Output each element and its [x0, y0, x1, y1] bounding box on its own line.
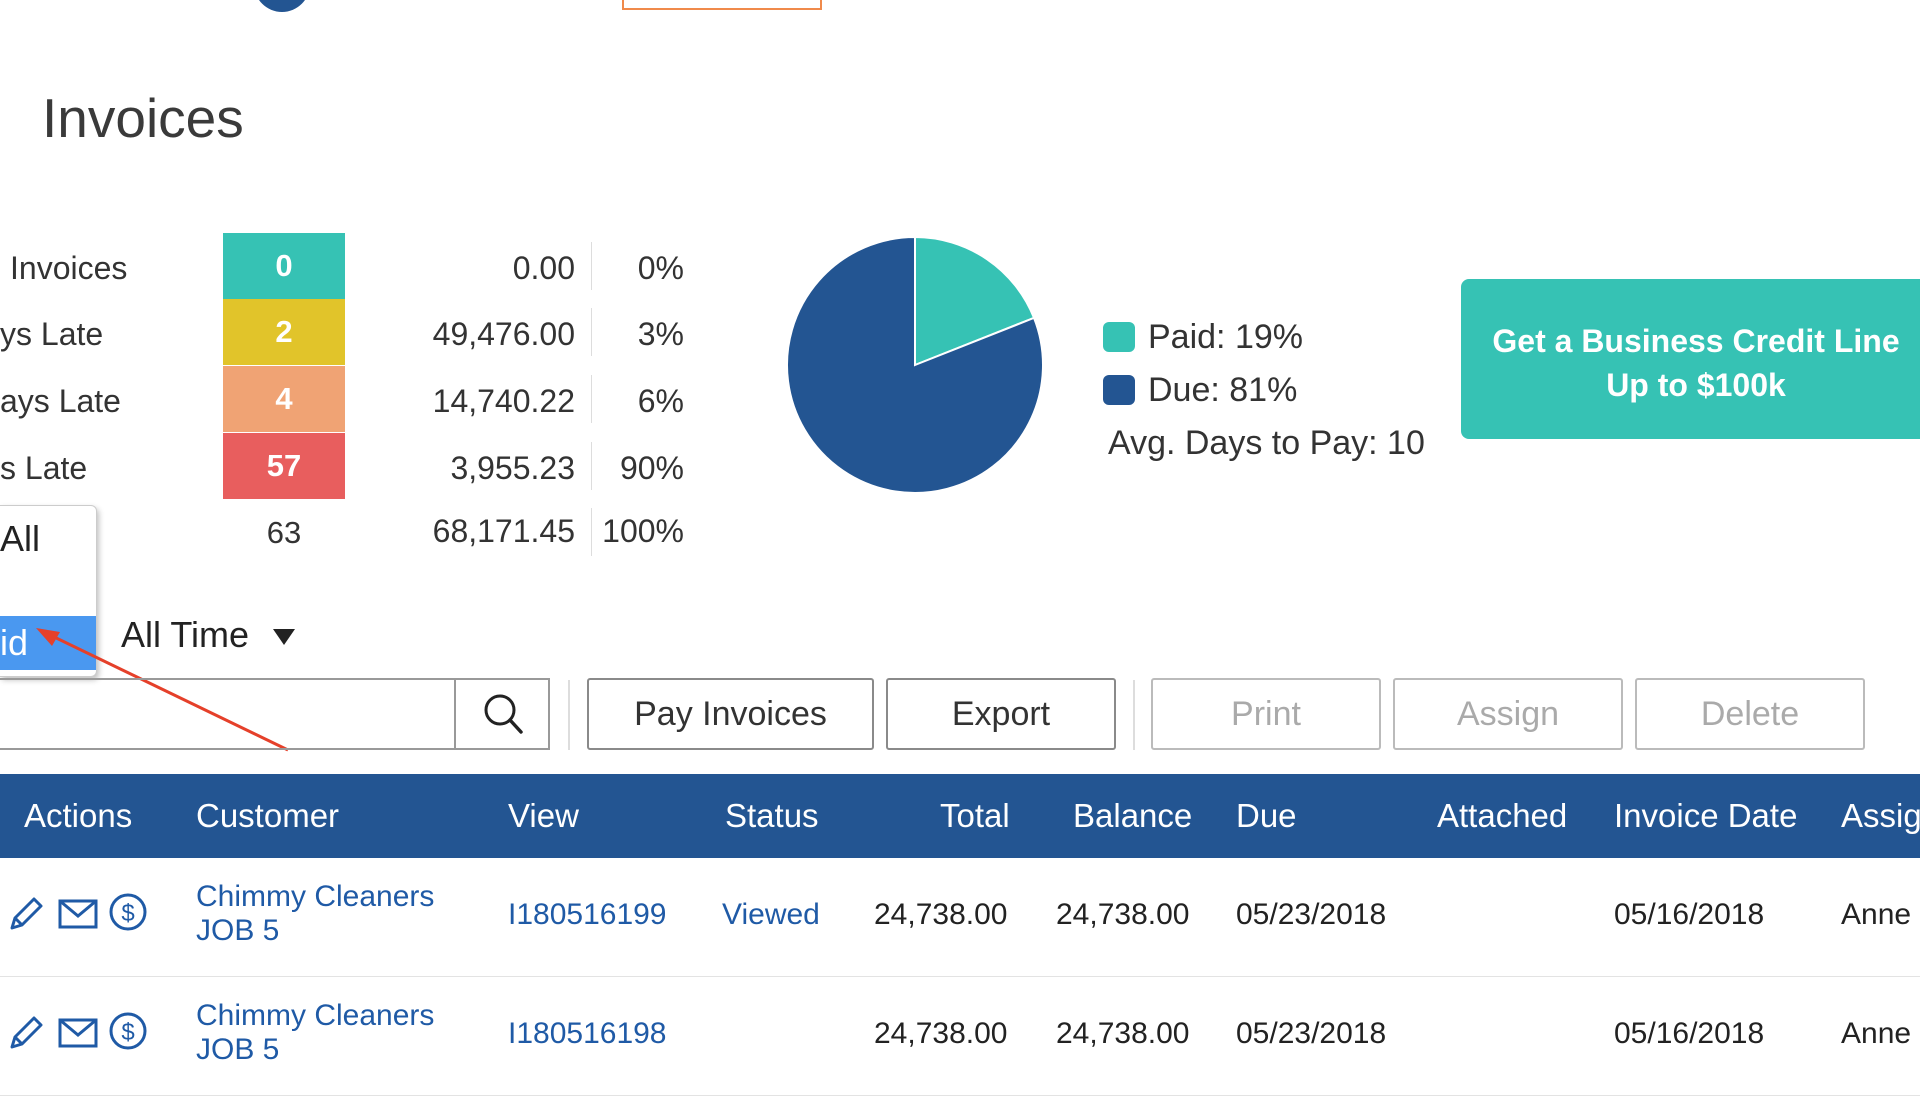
email-icon[interactable] [58, 898, 98, 930]
total-cell: 24,738.00 [874, 1017, 1008, 1050]
edit-pencil-icon[interactable] [6, 894, 46, 934]
summary-count-badge[interactable]: 2 [223, 299, 345, 365]
summary-percent: 6% [637, 383, 684, 419]
toolbar-divider [1133, 680, 1135, 750]
summary-label-0: Invoices [10, 250, 128, 286]
summary-count-badge[interactable]: 0 [223, 233, 345, 299]
legend-paid: Paid: 19% [1148, 318, 1303, 356]
payment-dollar-icon[interactable]: $ [108, 1011, 148, 1051]
divider [591, 375, 592, 423]
invoice-date-cell: 05/16/2018 [1614, 898, 1765, 931]
print-button[interactable]: Print [1151, 678, 1381, 750]
col-attached[interactable]: Attached [1437, 774, 1567, 858]
col-assigned[interactable]: Assig [1841, 774, 1920, 858]
table-row[interactable]: $ Chimmy Cleaners JOB 5 I180516199 Viewe… [0, 858, 1920, 977]
summary-amount: 3,955.23 [450, 450, 575, 486]
assign-button[interactable]: Assign [1393, 678, 1623, 750]
assigned-cell: Anne [1841, 1017, 1912, 1050]
balance-cell: 24,738.00 [1056, 898, 1190, 931]
due-date-cell: 05/23/2018 [1236, 1017, 1387, 1050]
customer-name: Chimmy Cleaners [196, 999, 435, 1032]
due-date-cell: 05/23/2018 [1236, 898, 1387, 931]
summary-percent: 3% [637, 316, 684, 352]
summary-label-2: ays Late [0, 383, 121, 419]
email-icon[interactable] [58, 1017, 98, 1049]
cta-line-2: Up to $100k [1606, 367, 1786, 403]
invoice-date-cell: 05/16/2018 [1614, 1017, 1765, 1050]
invoice-table-header: Actions Customer View Status Total Balan… [0, 774, 1920, 858]
top-button-partial[interactable] [622, 0, 822, 10]
page-title: Invoices [42, 87, 244, 149]
search-button[interactable] [454, 680, 548, 748]
col-customer[interactable]: Customer [196, 774, 339, 858]
edit-pencil-icon[interactable] [6, 1013, 46, 1053]
business-credit-line-button[interactable]: Get a Business Credit Line Up to $100k [1461, 279, 1920, 439]
col-status[interactable]: Status [725, 774, 819, 858]
summary-percent: 0% [637, 250, 684, 286]
invoice-number-link[interactable]: I180516198 [508, 1017, 667, 1051]
summary-amount: 14,740.22 [432, 383, 575, 419]
summary-amount: 49,476.00 [432, 316, 575, 352]
divider [591, 442, 592, 490]
table-row[interactable]: $ Chimmy Cleaners JOB 5 I180516198 24,73… [0, 977, 1920, 1096]
svg-text:$: $ [121, 900, 134, 927]
top-avatar-partial [254, 0, 310, 12]
total-cell: 24,738.00 [874, 898, 1008, 931]
balance-cell: 24,738.00 [1056, 1017, 1190, 1050]
summary-total-amount: 68,171.45 [432, 513, 575, 549]
col-balance[interactable]: Balance [1073, 774, 1192, 858]
summary-total-count: 63 [266, 515, 302, 550]
customer-job: JOB 5 [196, 914, 280, 947]
col-actions[interactable]: Actions [24, 774, 132, 858]
customer-link[interactable]: Chimmy Cleaners JOB 5 [196, 880, 434, 948]
delete-button[interactable]: Delete [1635, 678, 1865, 750]
divider [591, 308, 592, 356]
summary-label-3: s Late [0, 450, 88, 486]
paid-due-pie-chart [786, 235, 1044, 494]
status-text: Viewed [722, 898, 820, 931]
svg-text:$: $ [121, 1019, 134, 1046]
legend-swatch-paid [1103, 322, 1135, 352]
payment-dollar-icon[interactable]: $ [108, 892, 148, 932]
summary-amount: 0.00 [512, 250, 575, 286]
col-due[interactable]: Due [1236, 774, 1297, 858]
summary-label-1: ys Late [0, 316, 104, 352]
col-invoice-date[interactable]: Invoice Date [1614, 774, 1797, 858]
cta-line-1: Get a Business Credit Line [1492, 323, 1900, 359]
toolbar-divider [568, 680, 570, 750]
assigned-cell: Anne [1841, 898, 1912, 931]
legend-swatch-due [1103, 375, 1135, 405]
invoice-number-link[interactable]: I180516199 [508, 898, 667, 932]
col-total[interactable]: Total [940, 774, 1010, 858]
summary-total-percent: 100% [602, 513, 684, 549]
summary-count-badge[interactable]: 57 [223, 433, 345, 499]
divider [591, 242, 592, 290]
pay-invoices-button[interactable]: Pay Invoices [587, 678, 874, 750]
dropdown-option-all[interactable]: All [0, 518, 40, 560]
divider [591, 508, 592, 556]
customer-link[interactable]: Chimmy Cleaners JOB 5 [196, 999, 434, 1067]
customer-name: Chimmy Cleaners [196, 880, 435, 913]
search-icon [484, 694, 523, 734]
export-button[interactable]: Export [886, 678, 1116, 750]
avg-days-to-pay: Avg. Days to Pay: 10 [1108, 424, 1425, 462]
customer-job: JOB 5 [196, 1033, 280, 1066]
summary-percent: 90% [619, 450, 684, 486]
search-input[interactable] [0, 678, 550, 750]
col-view[interactable]: View [508, 774, 579, 858]
legend-due: Due: 81% [1148, 371, 1298, 409]
summary-count-badge[interactable]: 4 [223, 366, 345, 432]
